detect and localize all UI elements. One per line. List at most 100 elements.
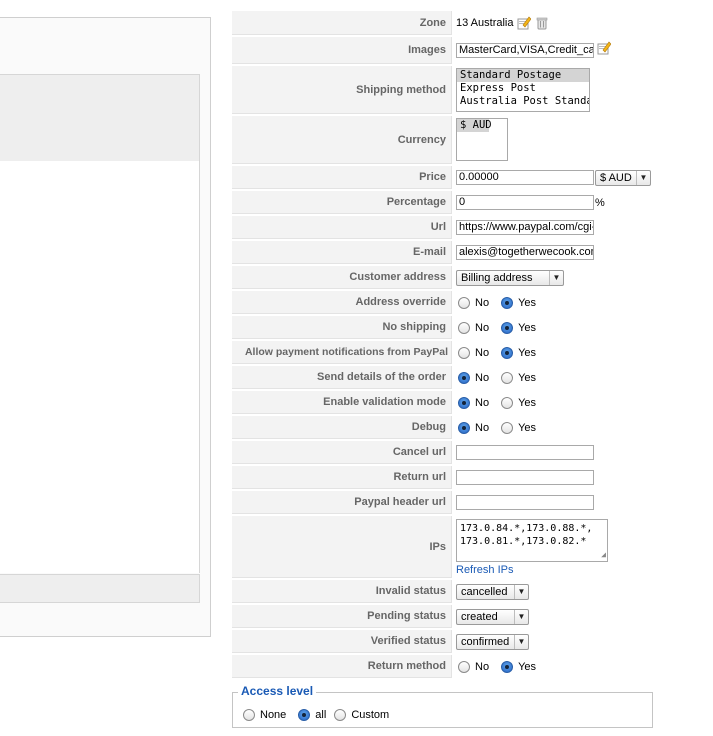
percentage-unit: % (595, 196, 605, 209)
email-label: E-mail (232, 241, 452, 264)
customer-address-select[interactable]: Billing address ▼ (456, 269, 564, 286)
allow-notifications-yes-radio[interactable] (501, 346, 514, 359)
chevron-down-icon: ▼ (514, 609, 528, 624)
email-input[interactable]: alexis@togetherwecook.com (456, 245, 594, 260)
access-custom-radio[interactable] (334, 709, 347, 721)
debug-no-radio[interactable] (458, 421, 470, 434)
validation-mode-label: Enable validation mode (232, 391, 452, 414)
row-allow-notifications: Allow payment notifications from PayPal … (232, 341, 713, 364)
no-shipping-label: No shipping (232, 316, 452, 339)
resize-handle-icon[interactable]: ◢ (601, 548, 606, 561)
radio-label-no: No (475, 371, 490, 384)
radio-label-yes: Yes (518, 421, 537, 434)
url-input[interactable]: https://www.paypal.com/cgi-bin/webscr (456, 220, 594, 235)
allow-notifications-no-radio[interactable] (458, 346, 470, 359)
url-label: Url (232, 216, 452, 239)
zone-label: Zone (232, 11, 452, 35)
row-zone: Zone 13 Australia (232, 11, 713, 35)
images-label: Images (232, 37, 452, 64)
return-method-no-radio[interactable] (458, 660, 470, 673)
price-input[interactable]: 0.00000 (456, 170, 594, 185)
invalid-status-select[interactable]: cancelled ▼ (456, 583, 529, 600)
radio-label-yes: Yes (518, 296, 537, 309)
access-level-legend: Access level (238, 684, 317, 698)
chevron-down-icon: ▼ (514, 634, 528, 649)
row-invalid-status: Invalid status cancelled ▼ (232, 580, 713, 603)
pending-status-select[interactable]: created ▼ (456, 608, 529, 625)
row-email: E-mail alexis@togetherwecook.com (232, 241, 713, 264)
currency-option[interactable]: $ AUD (457, 118, 492, 132)
cancel-url-input[interactable] (456, 445, 594, 460)
currency-label: Currency (232, 116, 452, 164)
no-shipping-no-radio[interactable] (458, 321, 470, 334)
debug-yes-radio[interactable] (501, 421, 514, 434)
return-url-input[interactable] (456, 470, 594, 485)
no-shipping-yes-radio[interactable] (501, 321, 514, 334)
edit-icon[interactable] (517, 16, 532, 30)
chevron-down-icon: ▼ (636, 170, 650, 185)
row-customer-address: Customer address Billing address ▼ (232, 266, 713, 289)
send-details-label: Send details of the order (232, 366, 452, 389)
row-no-shipping: No shipping No Yes (232, 316, 713, 339)
invalid-status-value: cancelled (461, 585, 508, 598)
address-override-label: Address override (232, 291, 452, 314)
row-currency: Currency $ AUD (232, 116, 713, 164)
refresh-ips-link[interactable]: Refresh IPs (456, 564, 513, 576)
row-verified-status: Verified status confirmed ▼ (232, 630, 713, 653)
row-debug: Debug No Yes (232, 416, 713, 439)
radio-label-no: No (475, 321, 490, 334)
access-level-fieldset: Access level None all Custom (232, 684, 653, 728)
send-details-no-radio[interactable] (458, 371, 470, 384)
shipping-option[interactable]: Standard Postage (457, 69, 589, 82)
row-percentage: Percentage 0 % (232, 191, 713, 214)
currency-listbox[interactable]: $ AUD (456, 117, 508, 161)
shipping-method-listbox[interactable]: Standard Postage Express Post Australia … (456, 68, 590, 112)
radio-label-no: No (475, 346, 490, 359)
row-ips: IPs 173.0.84.*,173.0.88.*, 173.0.81.*,17… (232, 516, 713, 578)
address-override-no-radio[interactable] (458, 296, 470, 309)
access-option-label: Custom (351, 709, 390, 721)
payment-settings-table: Zone 13 Australia Images MasterCard,VISA… (232, 11, 713, 680)
percentage-input[interactable]: 0 (456, 195, 594, 210)
ips-label: IPs (232, 516, 452, 578)
send-details-yes-radio[interactable] (501, 371, 514, 384)
price-currency-select[interactable]: $ AUD ▼ (595, 169, 651, 186)
radio-label-no: No (475, 396, 490, 409)
address-override-yes-radio[interactable] (501, 296, 514, 309)
header-url-label: Paypal header url (232, 491, 452, 514)
zone-value: 13 Australia (456, 17, 514, 29)
radio-label-no: No (475, 296, 490, 309)
verified-status-select[interactable]: confirmed ▼ (456, 633, 529, 650)
validation-mode-no-radio[interactable] (458, 396, 470, 409)
row-send-details: Send details of the order No Yes (232, 366, 713, 389)
header-url-input[interactable] (456, 495, 594, 510)
row-images: Images MasterCard,VISA,Credit_card (232, 37, 713, 64)
return-method-label: Return method (232, 655, 452, 678)
row-url: Url https://www.paypal.com/cgi-bin/websc… (232, 216, 713, 239)
row-return-method: Return method No Yes (232, 655, 713, 678)
radio-label-no: No (475, 421, 490, 434)
return-method-yes-radio[interactable] (501, 660, 514, 673)
ips-textarea[interactable]: 173.0.84.*,173.0.88.*, 173.0.81.*,173.0.… (456, 518, 608, 562)
cancel-url-label: Cancel url (232, 441, 452, 464)
customer-address-label: Customer address (232, 266, 452, 289)
chevron-down-icon: ▼ (514, 584, 528, 599)
percentage-label: Percentage (232, 191, 452, 214)
preview-header (0, 74, 200, 162)
access-all-radio[interactable] (298, 709, 311, 721)
access-option-label: all (315, 709, 327, 721)
verified-status-value: confirmed (461, 635, 510, 648)
radio-label-no: No (475, 660, 490, 673)
row-address-override: Address override No Yes (232, 291, 713, 314)
pending-status-label: Pending status (232, 605, 452, 628)
row-shipping-method: Shipping method Standard Postage Express… (232, 66, 713, 114)
images-input[interactable]: MasterCard,VISA,Credit_card (456, 43, 594, 58)
delete-icon[interactable] (535, 16, 549, 30)
ips-line: 173.0.84.*,173.0.88.*, (460, 522, 593, 534)
validation-mode-yes-radio[interactable] (501, 396, 514, 409)
row-header-url: Paypal header url (232, 491, 713, 514)
edit-icon[interactable] (597, 41, 612, 55)
shipping-option[interactable]: Australia Post Standard (457, 95, 589, 108)
shipping-option[interactable]: Express Post (457, 82, 589, 95)
access-none-radio[interactable] (243, 709, 255, 721)
